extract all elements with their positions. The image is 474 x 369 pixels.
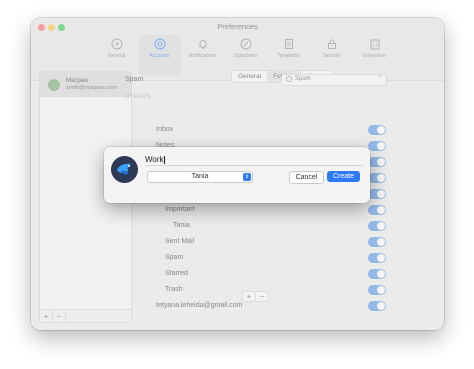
- app-bird-icon: [111, 156, 138, 183]
- new-folder-dialog: Work Tania ⇕ Cancel Create: [104, 147, 370, 203]
- text-cursor: [163, 155, 165, 164]
- folder-name-input[interactable]: Work: [145, 155, 363, 166]
- chevron-updown-icon: ⇕: [243, 173, 251, 181]
- parent-folder-value: Tania: [191, 173, 209, 180]
- cancel-button[interactable]: Cancel: [289, 171, 324, 184]
- folder-name-value: Work: [145, 155, 164, 164]
- create-button[interactable]: Create: [327, 171, 360, 182]
- parent-folder-select[interactable]: Tania ⇕: [147, 171, 253, 183]
